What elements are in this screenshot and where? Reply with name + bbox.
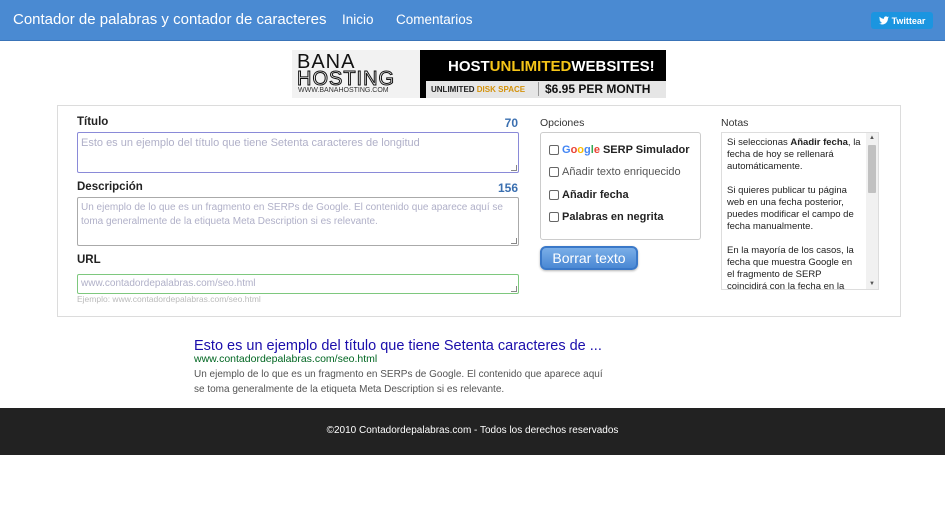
notes-box[interactable]: Si seleccionas Añadir fecha, la fecha de… (721, 132, 879, 290)
bold-words-checkbox[interactable] (549, 212, 559, 222)
title-input[interactable]: Esto es un ejemplo del título que tiene … (77, 132, 519, 173)
ad-logo-url: WWW.BANAHOSTING.COM (298, 87, 389, 94)
ad-offer-strip: UNLIMITED DISK SPACE $6.95 PER MONTH (426, 81, 666, 98)
url-input[interactable]: www.contadordepalabras.com/seo.html (77, 274, 519, 294)
notes-paragraph: Si quieres publicar tu página web en una… (727, 185, 854, 232)
ad-disk-text: UNLIMITED DISK SPACE (431, 85, 525, 94)
ad-disk-b: DISK SPACE (476, 85, 526, 94)
ad-disk-a: UNLIMITED (431, 85, 477, 94)
ad-headline-b: UNLIMITED (489, 58, 572, 75)
serp-simulator-label: SERP Simulador (602, 144, 690, 156)
scroll-thumb[interactable] (868, 145, 876, 193)
google-logo: Google (562, 144, 600, 156)
title-label: Título (77, 116, 109, 128)
nav-link-inicio[interactable]: Inicio (342, 12, 374, 27)
twitter-bird-icon (878, 16, 889, 25)
options-label: Opciones (540, 117, 585, 129)
url-label: URL (77, 254, 101, 266)
description-label: Descripción (77, 181, 143, 193)
serp-preview-title[interactable]: Esto es un ejemplo del título que tiene … (194, 338, 602, 354)
ad-price: $6.95 PER MONTH (538, 82, 650, 96)
description-input[interactable]: Un ejemplo de lo que es un fragmento en … (77, 197, 519, 246)
scroll-up-icon[interactable]: ▲ (869, 135, 875, 141)
serp-preview-url: www.contadordepalabras.com/seo.html (194, 353, 378, 365)
description-counter: 156 (497, 181, 518, 195)
ad-headline-c: WEBSITES! (571, 58, 655, 75)
bold-words-label: Palabras en negrita (562, 211, 664, 223)
footer-copyright: ©2010 Contadordepalabras.com - Todos los… (326, 425, 619, 436)
title-counter: 70 (504, 116, 518, 130)
add-date-checkbox[interactable] (549, 190, 559, 200)
url-placeholder: www.contadordepalabras.com/seo.html (81, 278, 256, 289)
notes-paragraph: En la mayoría de los casos, la fecha que… (727, 245, 854, 290)
add-date-option[interactable]: Añadir fecha (549, 188, 629, 202)
scroll-down-icon[interactable]: ▼ (869, 281, 875, 287)
rich-text-checkbox[interactable] (549, 167, 559, 177)
ad-logo-panel: BANA HOSTING WWW.BANAHOSTING.COM (292, 50, 420, 98)
twitter-label: Twittear (891, 15, 926, 26)
notes-text: Si seleccionas Añadir fecha, la fecha de… (727, 137, 862, 290)
serp-simulator-checkbox[interactable] (549, 145, 559, 155)
notes-scrollbar[interactable]: ▲ ▼ (866, 133, 878, 289)
notes-label: Notas (721, 117, 749, 129)
rich-text-label: Añadir texto enriquecido (562, 166, 681, 178)
twitter-share-button[interactable]: Twittear (871, 12, 933, 29)
serp-simulator-option[interactable]: Google SERP Simulador (549, 143, 690, 157)
ad-headline-a: HOST (448, 58, 490, 75)
rich-text-option[interactable]: Añadir texto enriquecido (549, 165, 681, 179)
description-placeholder: Un ejemplo de lo que es un fragmento en … (81, 202, 503, 227)
clear-text-button[interactable]: Borrar texto (540, 246, 638, 270)
resize-handle[interactable] (511, 286, 517, 292)
resize-handle[interactable] (511, 238, 517, 244)
notes-paragraph: Si seleccionas Añadir fecha, la fecha de… (727, 137, 861, 172)
url-hint: Ejemplo: www.contadordepalabras.com/seo.… (77, 294, 261, 304)
navbar: Contador de palabras y contador de carac… (0, 0, 945, 41)
brand-title[interactable]: Contador de palabras y contador de carac… (13, 11, 327, 28)
resize-handle[interactable] (511, 165, 517, 171)
nav-link-comentarios[interactable]: Comentarios (396, 12, 473, 27)
serp-preview-description: Un ejemplo de lo que es un fragmento en … (194, 369, 603, 395)
ad-banner[interactable]: BANA HOSTING WWW.BANAHOSTING.COM HOSTUNL… (292, 50, 666, 98)
bold-words-option[interactable]: Palabras en negrita (549, 210, 664, 224)
ad-headline: HOSTUNLIMITEDWEBSITES! (448, 58, 655, 75)
footer: ©2010 Contadordepalabras.com - Todos los… (0, 408, 945, 455)
add-date-label: Añadir fecha (562, 189, 629, 201)
title-placeholder: Esto es un ejemplo del título que tiene … (81, 137, 420, 149)
